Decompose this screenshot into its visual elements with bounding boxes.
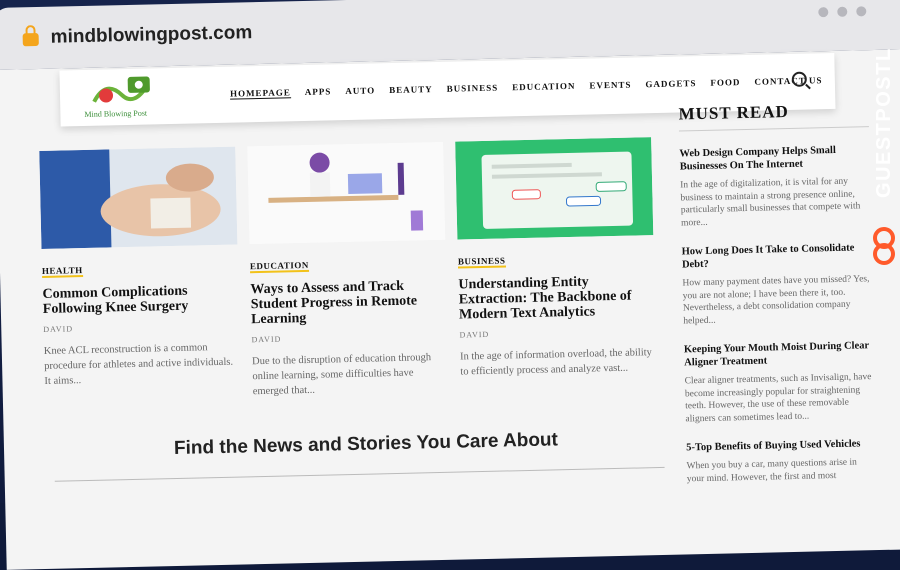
article-excerpt: In the age of information overload, the …: [459, 347, 652, 378]
article-card: HEALTH Common Complications Following Kn…: [39, 146, 240, 389]
article-card: BUSINESS Understanding Entity Extraction…: [455, 137, 656, 379]
article-category[interactable]: EDUCATION: [249, 259, 309, 274]
article-title[interactable]: Understanding Entity Extraction: The Bac…: [458, 273, 655, 323]
nav-item-food[interactable]: FOOD: [710, 77, 740, 89]
main-nav: HOMEPAGE APPS AUTO BEAUTY BUSINESS EDUCA…: [229, 75, 823, 100]
article-excerpt: Due to the disruption of education throu…: [251, 352, 432, 398]
window-controls: [818, 6, 867, 18]
sidebar-item-excerpt: In the age of digitalization, it is vita…: [680, 176, 861, 228]
sidebar-must-read: MUST READ Web Design Company Helps Small…: [678, 100, 877, 485]
article-title[interactable]: Common Complications Following Knee Surg…: [42, 283, 239, 317]
sidebar-item-title[interactable]: 5-Top Benefits of Buying Used Vehicles: [686, 437, 876, 454]
nav-item-homepage[interactable]: HOMEPAGE: [229, 87, 291, 100]
article-excerpt: Knee ACL reconstruction is a common proc…: [43, 342, 234, 387]
sidebar-item: Keeping Your Mouth Moist During Clear Al…: [684, 339, 876, 425]
article-title[interactable]: Ways to Assess and Track Student Progres…: [250, 278, 447, 327]
search-icon[interactable]: [791, 71, 807, 87]
article-category[interactable]: BUSINESS: [457, 255, 506, 269]
browser-window: mindblowingpost.com Mind Blowing Post HO…: [0, 0, 900, 570]
nav-item-business[interactable]: BUSINESS: [447, 83, 499, 95]
sidebar-item: Web Design Company Helps Small Businesse…: [679, 143, 871, 229]
window-dot-icon[interactable]: [856, 6, 867, 17]
article-author[interactable]: DAVID: [251, 331, 447, 345]
window-dot-icon[interactable]: [818, 7, 829, 18]
sidebar-item-excerpt: When you buy a car, many questions arise…: [686, 457, 857, 484]
nav-item-events[interactable]: EVENTS: [589, 80, 631, 92]
sidebar-item-title[interactable]: How Long Does It Take to Consolidate Deb…: [682, 241, 873, 271]
nav-item-contact-us[interactable]: CONTACT US: [754, 75, 822, 88]
article-image[interactable]: [247, 141, 446, 245]
article-category[interactable]: HEALTH: [41, 265, 83, 278]
nav-item-gadgets[interactable]: GADGETS: [645, 78, 696, 90]
article-card: EDUCATION Ways to Assess and Track Stude…: [247, 141, 449, 399]
web-page: Mind Blowing Post HOMEPAGE APPS AUTO BEA…: [0, 49, 900, 570]
guestpostlinks-watermark: GUESTPOSTLINKS: [873, 48, 895, 265]
divider: [54, 466, 665, 482]
divider: [678, 126, 869, 132]
article-author[interactable]: DAVID: [43, 321, 239, 334]
sidebar-item: 5-Top Benefits of Buying Used Vehicles W…: [686, 437, 877, 485]
nav-item-beauty[interactable]: BEAUTY: [389, 84, 433, 96]
lock-icon: [22, 32, 39, 47]
article-image[interactable]: [39, 146, 238, 249]
nav-item-auto[interactable]: AUTO: [345, 85, 375, 97]
svg-text:GUESTPOSTLINKS: GUESTPOSTLINKS: [873, 48, 895, 198]
address-bar[interactable]: mindblowingpost.com: [50, 22, 252, 49]
article-author[interactable]: DAVID: [459, 326, 655, 340]
nav-item-apps[interactable]: APPS: [305, 86, 332, 98]
sidebar-item: How Long Does It Take to Consolidate Deb…: [682, 241, 874, 327]
article-image[interactable]: [455, 137, 654, 240]
window-dot-icon[interactable]: [837, 6, 848, 17]
sidebar-item-title[interactable]: Keeping Your Mouth Moist During Clear Al…: [684, 339, 875, 369]
logo-text: Mind Blowing Post: [84, 108, 148, 119]
sidebar-item-excerpt: Clear aligner treatments, such as Invisa…: [684, 372, 872, 424]
sidebar-item-title[interactable]: Web Design Company Helps Small Businesse…: [679, 143, 870, 173]
sidebar-heading: MUST READ: [678, 101, 790, 124]
section-heading: Find the News and Stories You Care About: [173, 429, 559, 460]
nav-item-education[interactable]: EDUCATION: [512, 81, 576, 93]
sidebar-item-excerpt: How many payment dates have you missed? …: [682, 274, 870, 326]
